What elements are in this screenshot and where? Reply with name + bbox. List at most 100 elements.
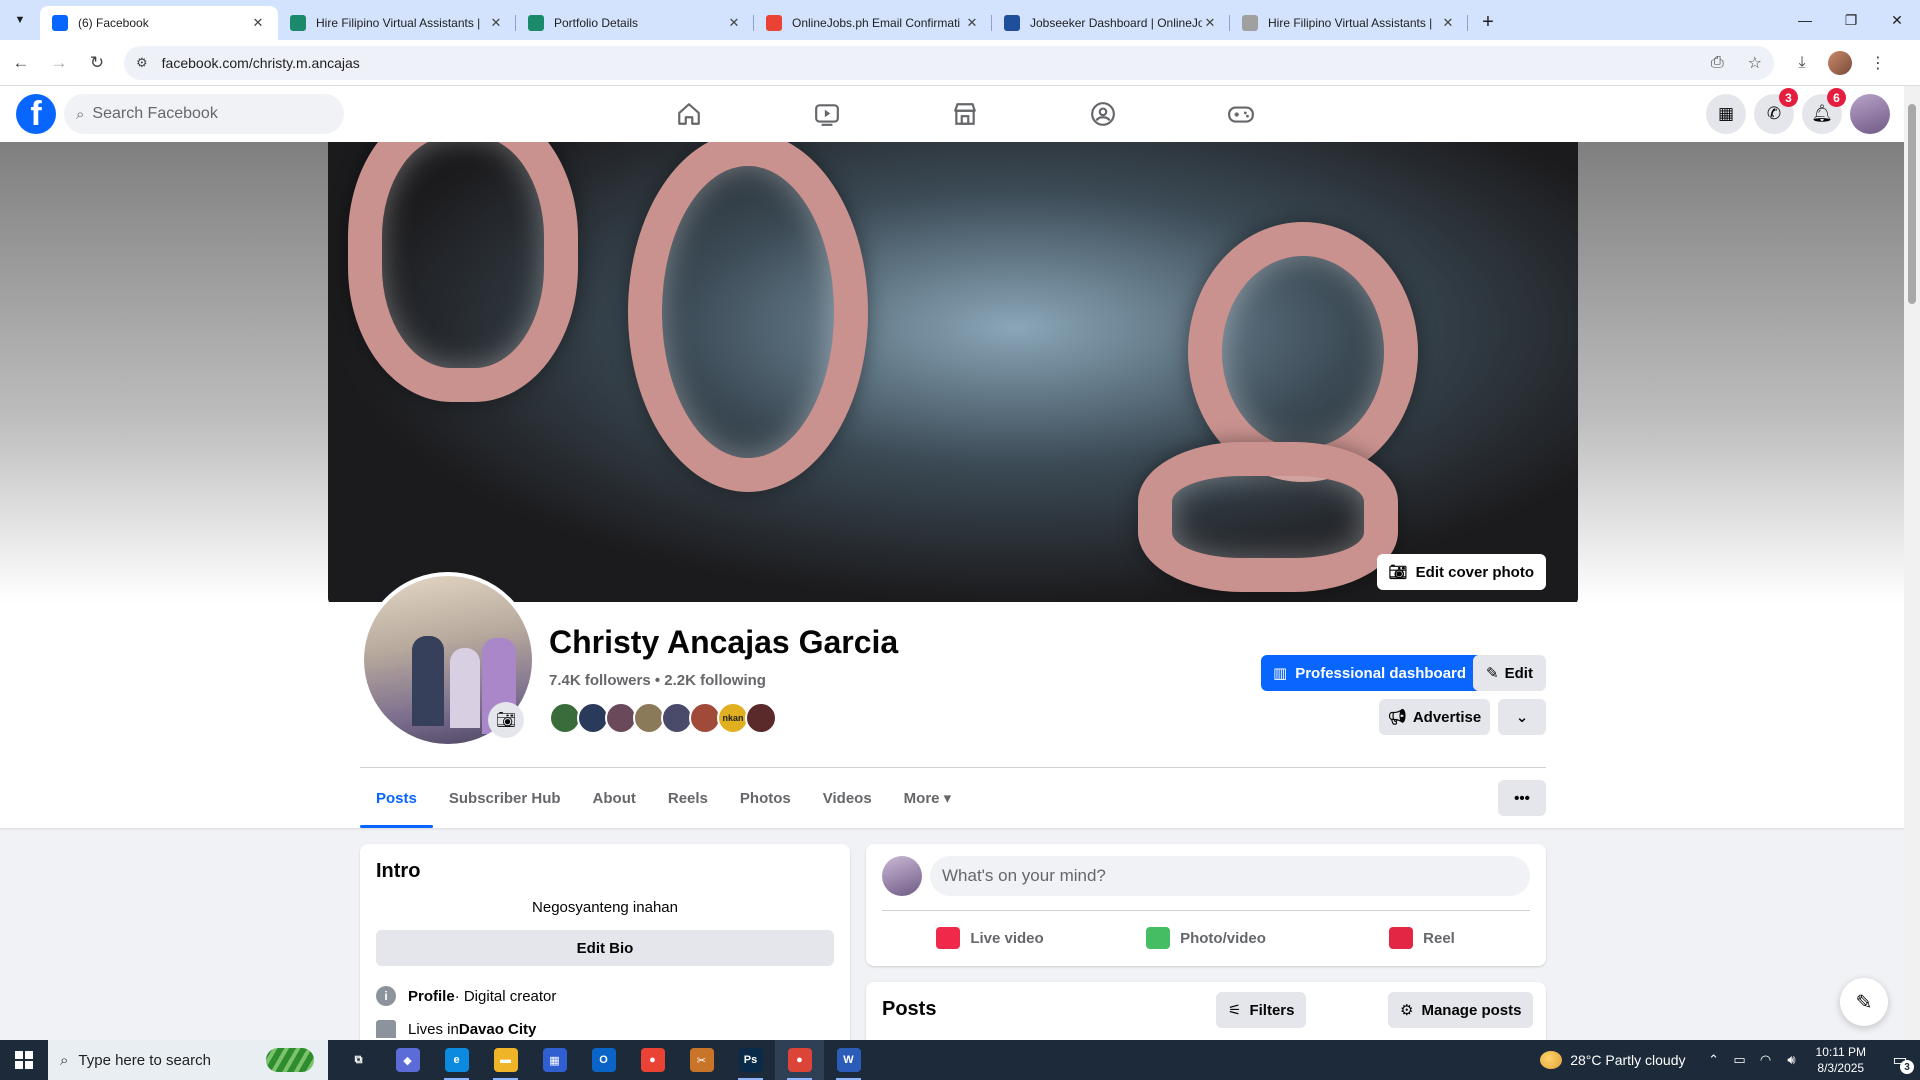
composer-action-photo-video[interactable]: Photo/video bbox=[1098, 918, 1314, 958]
scrollbar-thumb[interactable] bbox=[1908, 104, 1916, 304]
profile-tab[interactable]: Videos bbox=[807, 768, 888, 828]
chrome-menu-icon[interactable]: ⋮ bbox=[1866, 51, 1890, 75]
profile-tab[interactable]: Subscriber Hub bbox=[433, 768, 577, 828]
taskbar-app-chrome-profile[interactable]: ● bbox=[775, 1040, 824, 1080]
account-avatar[interactable] bbox=[1850, 94, 1890, 134]
chrome-profile-avatar[interactable] bbox=[1828, 50, 1852, 75]
volume-icon[interactable]: 🔊︎ bbox=[1780, 1052, 1804, 1068]
nav-home[interactable] bbox=[620, 86, 758, 142]
close-tab-icon[interactable]: ✕ bbox=[1202, 15, 1218, 31]
friend-avatar[interactable] bbox=[745, 702, 777, 734]
close-tab-icon[interactable]: ✕ bbox=[1440, 15, 1456, 31]
update-profile-picture-button[interactable]: 📷︎ bbox=[488, 702, 524, 738]
browser-tab[interactable]: (6) Facebook ✕ bbox=[40, 6, 278, 40]
restore-icon[interactable]: ❐ bbox=[1828, 0, 1874, 40]
weather-text: 28°C Partly cloudy bbox=[1570, 1052, 1686, 1068]
close-window-icon[interactable]: ✕ bbox=[1874, 0, 1920, 40]
close-tab-icon[interactable]: ✕ bbox=[488, 15, 504, 31]
clock[interactable]: 10:11 PM 8/3/2025 bbox=[1816, 1044, 1866, 1076]
downloads-icon[interactable]: ⤓ bbox=[1790, 51, 1814, 75]
nav-marketplace[interactable] bbox=[896, 86, 1034, 142]
browser-tab[interactable]: Jobseeker Dashboard | OnlineJo ✕ bbox=[992, 6, 1230, 40]
snipping-icon: ✂ bbox=[689, 1048, 714, 1072]
composer-action-live-video[interactable]: Live video bbox=[882, 918, 1098, 958]
messenger-button[interactable]: ✆ 3 bbox=[1754, 88, 1798, 134]
composer-avatar[interactable] bbox=[882, 856, 922, 896]
nav-gaming[interactable] bbox=[1172, 86, 1310, 142]
chevron-up-icon[interactable]: ⌃ bbox=[1702, 1052, 1726, 1068]
taskbar-app-copilot[interactable]: ◆ bbox=[383, 1040, 432, 1080]
filters-button[interactable]: ⚟ Filters bbox=[1216, 992, 1307, 1028]
browser-tab[interactable]: Hire Filipino Virtual Assistants | ✕ bbox=[1230, 6, 1468, 40]
browser-tab[interactable]: OnlineJobs.ph Email Confirmati ✕ bbox=[754, 6, 992, 40]
messenger-badge: 3 bbox=[1779, 88, 1798, 107]
notification-center-button[interactable]: ▭ 3 bbox=[1880, 1040, 1920, 1080]
advertise-button[interactable]: 📢︎ Advertise bbox=[1379, 699, 1490, 735]
start-button[interactable] bbox=[0, 1040, 48, 1080]
taskbar-app-snipping[interactable]: ✂ bbox=[677, 1040, 726, 1080]
forward-icon[interactable]: → bbox=[42, 46, 76, 80]
composer-input[interactable]: What's on your mind? bbox=[930, 856, 1530, 896]
browser-tab[interactable]: Hire Filipino Virtual Assistants | ✕ bbox=[278, 6, 516, 40]
taskbar-app-word[interactable]: W bbox=[824, 1040, 873, 1080]
close-tab-icon[interactable]: ✕ bbox=[250, 15, 266, 31]
friend-avatars[interactable]: nkan bbox=[549, 702, 777, 734]
composer-action-reel[interactable]: Reel bbox=[1314, 918, 1530, 958]
close-tab-icon[interactable]: ✕ bbox=[964, 15, 980, 31]
chrome-icon: ● bbox=[640, 1048, 665, 1072]
profile-tab[interactable]: About bbox=[577, 768, 652, 828]
tab-search-dropdown-icon[interactable]: ▼ bbox=[0, 0, 40, 40]
nav-video[interactable] bbox=[758, 86, 896, 142]
browser-tab[interactable]: Portfolio Details ✕ bbox=[516, 6, 754, 40]
lives-in-prefix: Lives in bbox=[408, 1020, 459, 1038]
notifications-button[interactable]: 🔔︎ 6 bbox=[1802, 88, 1846, 134]
url-text[interactable]: facebook.com/christy.m.ancajas bbox=[162, 55, 1687, 71]
profile-tab[interactable]: Posts bbox=[360, 768, 433, 828]
profile-follower-stats[interactable]: 7.4K followers • 2.2K following bbox=[549, 672, 766, 689]
weather-widget[interactable]: 28°C Partly cloudy bbox=[1540, 1051, 1686, 1069]
taskbar-app-photoshop[interactable]: Ps bbox=[726, 1040, 775, 1080]
taskbar-app-chrome[interactable]: ● bbox=[628, 1040, 677, 1080]
new-tab-button[interactable]: + bbox=[1472, 6, 1504, 38]
address-bar[interactable]: ⚙ facebook.com/christy.m.ancajas ⎙ ☆ bbox=[124, 45, 1774, 80]
reload-icon[interactable]: ↻ bbox=[80, 46, 114, 80]
taskbar-app-store[interactable]: ▦ bbox=[530, 1040, 579, 1080]
task-view-icon: ⧉ bbox=[346, 1048, 371, 1072]
profile-tabs-more-button[interactable]: ••• bbox=[1498, 780, 1546, 816]
chrome-profile-icon: ● bbox=[787, 1048, 812, 1072]
compose-icon: ✎ bbox=[1855, 991, 1873, 1014]
photoshop-icon: Ps bbox=[738, 1048, 763, 1072]
lives-in-city[interactable]: Davao City bbox=[459, 1021, 537, 1038]
profile-options-dropdown[interactable]: ⌄ bbox=[1498, 699, 1546, 735]
facebook-search-input[interactable]: ⌕ Search Facebook bbox=[64, 94, 344, 134]
wifi-icon[interactable]: ◠ bbox=[1754, 1052, 1778, 1068]
taskbar-app-outlook[interactable]: O bbox=[579, 1040, 628, 1080]
install-app-icon[interactable]: ⎙ bbox=[1711, 54, 1724, 72]
profile-tabs: Posts Subscriber Hub About Reels Photos Video… bbox=[360, 768, 967, 828]
new-message-button[interactable]: ✎ bbox=[1840, 978, 1888, 1026]
edge-icon: e bbox=[444, 1048, 469, 1072]
professional-dashboard-button[interactable]: ▥ Professional dashboard bbox=[1261, 655, 1483, 691]
edit-cover-photo-button[interactable]: 📷︎ Edit cover photo bbox=[1376, 554, 1546, 590]
manage-posts-button[interactable]: ⚙ Manage posts bbox=[1388, 992, 1534, 1028]
profile-tab[interactable]: Photos bbox=[724, 768, 807, 828]
display-icon[interactable]: ▭ bbox=[1728, 1052, 1752, 1068]
taskbar-app-edge[interactable]: e bbox=[432, 1040, 481, 1080]
edit-bio-button[interactable]: Edit Bio bbox=[376, 930, 834, 966]
facebook-logo-icon[interactable]: f bbox=[16, 94, 56, 134]
bookmark-star-icon[interactable]: ☆ bbox=[1748, 53, 1762, 73]
edit-profile-button[interactable]: ✎ Edit bbox=[1473, 655, 1546, 691]
menu-grid-button[interactable]: ▦ bbox=[1706, 94, 1746, 134]
nav-groups[interactable] bbox=[1034, 86, 1172, 142]
minimize-icon[interactable]: — bbox=[1782, 0, 1828, 40]
home-icon bbox=[376, 1020, 396, 1038]
profile-tab[interactable]: More ▾ bbox=[888, 768, 968, 828]
taskbar-search-input[interactable]: ⌕ Type here to search bbox=[48, 1040, 328, 1080]
taskbar-app-file-explorer[interactable]: ▬ bbox=[481, 1040, 530, 1080]
back-icon[interactable]: ← bbox=[4, 46, 38, 80]
page-scrollbar[interactable] bbox=[1904, 86, 1920, 1040]
taskbar-app-task-view[interactable]: ⧉ bbox=[334, 1040, 383, 1080]
profile-tab[interactable]: Reels bbox=[652, 768, 724, 828]
close-tab-icon[interactable]: ✕ bbox=[726, 15, 742, 31]
site-info-icon[interactable]: ⚙ bbox=[136, 55, 148, 71]
